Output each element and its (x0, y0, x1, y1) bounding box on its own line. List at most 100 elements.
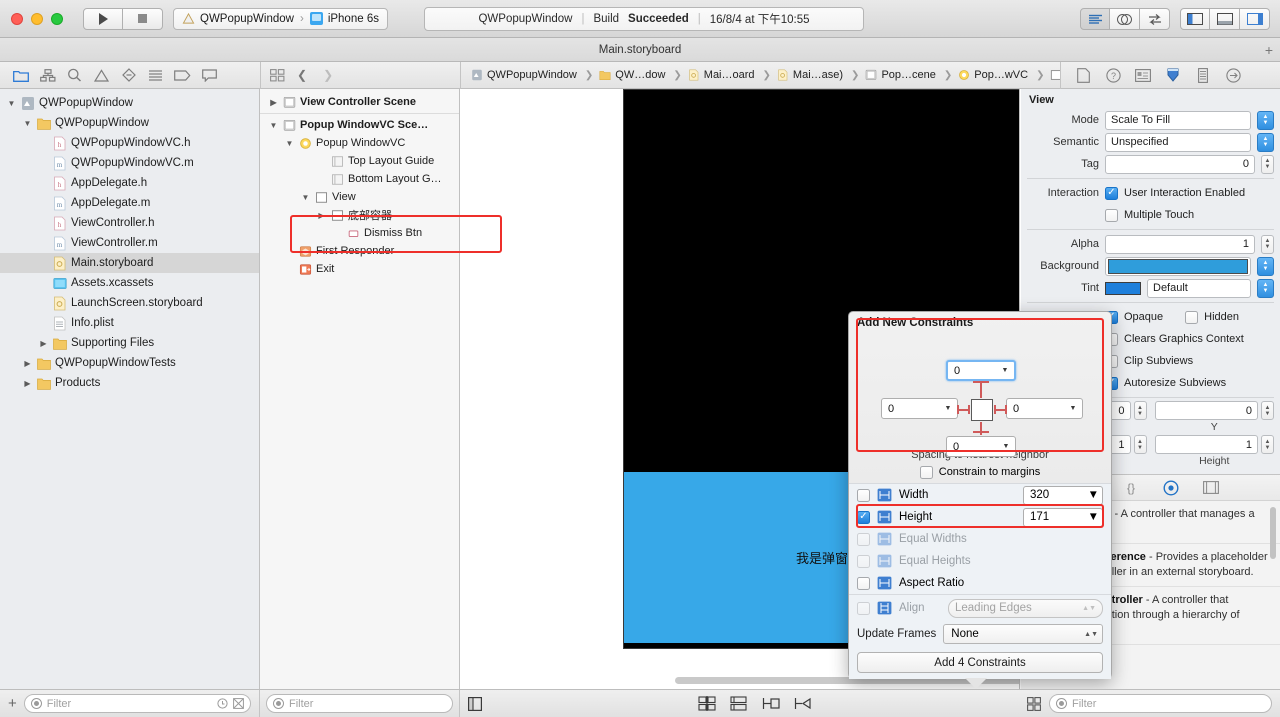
navigator-item-6[interactable]: hViewController.h (0, 213, 259, 233)
stretch-x-stepper[interactable]: ▲▼ (1134, 401, 1147, 420)
identity-inspector-tab[interactable] (1135, 67, 1151, 83)
mode-popup-button[interactable]: ▲▼ (1257, 111, 1274, 130)
scheme-selector[interactable]: QWPopupWindow › iPhone 6s (173, 8, 388, 30)
constraint-checkbox-1[interactable] (857, 511, 870, 524)
add-constraints-button[interactable]: Add 4 Constraints (857, 652, 1103, 673)
semantic-value[interactable]: Unspecified (1105, 133, 1251, 152)
run-button[interactable] (83, 8, 123, 30)
breadcrumb-item-2[interactable]: ❯Mai…oard (669, 68, 756, 82)
navigator-item-9[interactable]: Assets.xcassets (0, 273, 259, 293)
minimize-button[interactable] (31, 13, 43, 25)
stretch-height-input[interactable]: 1 (1155, 435, 1259, 454)
media-library-tab[interactable] (1202, 479, 1220, 497)
outline-item-3[interactable]: Top Layout Guide (260, 152, 459, 170)
semantic-popup-button[interactable]: ▲▼ (1257, 133, 1274, 152)
constraint-checkbox-0[interactable] (857, 489, 870, 502)
outline-item-9[interactable]: Exit (260, 260, 459, 278)
toggle-utilities-button[interactable] (1240, 8, 1270, 30)
navigator-filter-input[interactable]: Filter (24, 694, 251, 713)
add-new-constraints-popover[interactable]: Add New Constraints 0 ▼ 0 ▼ 0 ▼ 0 ▼ (848, 311, 1112, 679)
stretch-height-stepper[interactable]: ▲▼ (1261, 435, 1274, 454)
breadcrumb-item-6[interactable]: ❯View (1032, 68, 1060, 82)
pin-tool-button[interactable] (729, 695, 749, 713)
editor-toggle-icon[interactable] (468, 697, 482, 711)
tint-popup-button[interactable]: ▲▼ (1257, 279, 1274, 298)
code-snippet-library-tab[interactable]: {} (1122, 479, 1140, 497)
navigator-item-2[interactable]: hQWPopupWindowVC.h (0, 133, 259, 153)
outline-item-4[interactable]: Bottom Layout G… (260, 170, 459, 188)
forward-button[interactable]: ❯ (318, 68, 338, 82)
navigator-item-0[interactable]: ▼QWPopupWindow (0, 93, 259, 113)
debug-navigator-tab[interactable] (147, 67, 164, 84)
disclosure-triangle-icon[interactable]: ▼ (268, 121, 279, 130)
file-inspector-tab[interactable] (1075, 67, 1091, 83)
outline-item-8[interactable]: First Responder (260, 242, 459, 260)
constraint-checkbox-3[interactable] (857, 555, 870, 568)
navigator-item-4[interactable]: hAppDelegate.h (0, 173, 259, 193)
top-spacing-combo[interactable]: 0 ▼ (946, 360, 1016, 381)
breadcrumb-item-4[interactable]: ❯Pop…cene (847, 68, 938, 82)
breakpoint-navigator-tab[interactable] (174, 67, 191, 84)
close-button[interactable] (11, 13, 23, 25)
zoom-button[interactable] (51, 13, 63, 25)
disclosure-triangle-icon[interactable]: ▼ (284, 139, 295, 148)
navigator-item-10[interactable]: LaunchScreen.storyboard (0, 293, 259, 313)
disclosure-triangle-icon[interactable]: ▼ (22, 119, 33, 128)
symbol-navigator-tab[interactable] (39, 67, 56, 84)
document-outline[interactable]: ▶View Controller Scene▼Popup WindowVC Sc… (260, 89, 460, 689)
test-navigator-tab[interactable] (120, 67, 137, 84)
disclosure-triangle-icon[interactable]: ▶ (22, 359, 33, 368)
resolve-issues-button[interactable] (761, 695, 781, 713)
project-navigator-tab[interactable] (12, 67, 29, 84)
align-select[interactable]: Leading Edges ▲▼ (948, 599, 1103, 618)
hide-outline-button[interactable] (269, 67, 286, 84)
background-color-field[interactable] (1105, 257, 1251, 276)
back-button[interactable]: ❮ (292, 68, 312, 82)
constraint-value-field-0[interactable]: 320▼ (1023, 486, 1103, 505)
toggle-navigator-button[interactable] (1180, 8, 1210, 30)
object-library-tab[interactable] (1162, 479, 1180, 497)
tag-stepper[interactable]: ▲▼ (1261, 155, 1274, 174)
resizing-behavior-button[interactable] (793, 695, 813, 713)
disclosure-triangle-icon[interactable]: ▶ (22, 379, 33, 388)
mode-value[interactable]: Scale To Fill (1105, 111, 1251, 130)
standard-editor-button[interactable] (1080, 8, 1110, 30)
toggle-debug-button[interactable] (1210, 8, 1240, 30)
background-popup-button[interactable]: ▲▼ (1257, 257, 1274, 276)
project-navigator[interactable]: ▼QWPopupWindow▼QWPopupWindowhQWPopupWind… (0, 89, 260, 689)
stretch-y-stepper[interactable]: ▲▼ (1261, 401, 1274, 420)
navigator-item-1[interactable]: ▼QWPopupWindow (0, 113, 259, 133)
align-checkbox[interactable] (857, 602, 870, 615)
tint-color-well[interactable] (1105, 282, 1141, 295)
outline-item-1[interactable]: ▼Popup WindowVC Sce… (260, 116, 459, 134)
navigator-item-3[interactable]: mQWPopupWindowVC.m (0, 153, 259, 173)
tint-value[interactable]: Default (1147, 279, 1251, 298)
alpha-stepper[interactable]: ▲▼ (1261, 235, 1274, 254)
user-interaction-checkbox[interactable] (1105, 187, 1118, 200)
constraint-checkbox-2[interactable] (857, 533, 870, 546)
library-scrollbar[interactable] (1270, 507, 1276, 559)
assistant-editor-button[interactable] (1110, 8, 1140, 30)
navigator-item-5[interactable]: mAppDelegate.m (0, 193, 259, 213)
attributes-inspector-tab[interactable] (1165, 67, 1181, 83)
report-navigator-tab[interactable] (201, 67, 218, 84)
navigator-item-8[interactable]: Main.storyboard (0, 253, 259, 273)
align-tool-button[interactable] (697, 695, 717, 713)
stretch-y-input[interactable]: 0 (1155, 401, 1259, 420)
breadcrumb-item-0[interactable]: QWPopupWindow (469, 68, 579, 82)
navigator-item-7[interactable]: mViewController.m (0, 233, 259, 253)
update-frames-select[interactable]: None ▲▼ (943, 624, 1103, 644)
multiple-touch-checkbox[interactable] (1105, 209, 1118, 222)
breadcrumb-item-5[interactable]: ❯Pop…wVC (940, 68, 1030, 82)
right-strut-icon[interactable] (994, 405, 1007, 414)
connections-inspector-tab[interactable] (1225, 67, 1241, 83)
navigator-item-14[interactable]: ▶Products (0, 373, 259, 393)
bottom-spacing-combo[interactable]: 0 ▼ (946, 436, 1016, 457)
navigator-item-13[interactable]: ▶QWPopupWindowTests (0, 353, 259, 373)
outline-item-5[interactable]: ▼View (260, 188, 459, 206)
disclosure-triangle-icon[interactable]: ▼ (300, 193, 311, 202)
outline-filter-input[interactable]: Filter (266, 694, 453, 713)
right-spacing-combo[interactable]: 0 ▼ (1006, 398, 1083, 419)
version-editor-button[interactable] (1140, 8, 1170, 30)
stop-button[interactable] (123, 8, 163, 30)
